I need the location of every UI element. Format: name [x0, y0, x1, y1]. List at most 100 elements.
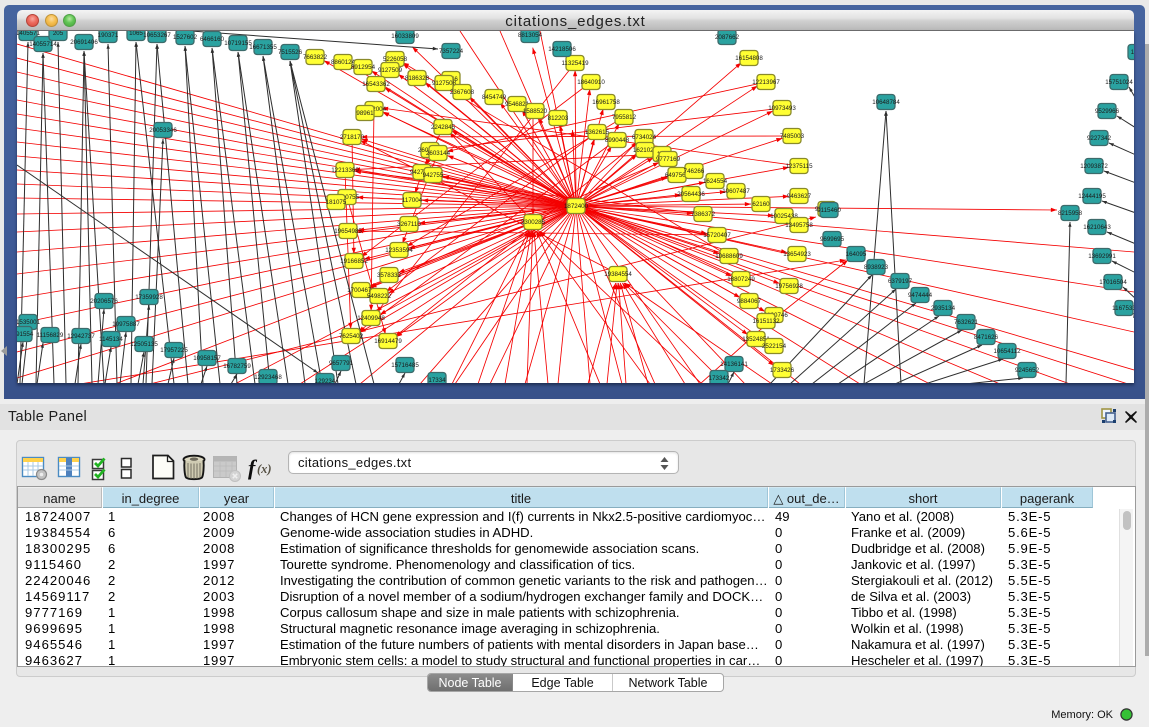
svg-text:8990448: 8990448: [605, 137, 630, 144]
svg-text:20206576: 20206576: [90, 298, 118, 305]
svg-text:98961: 98961: [356, 110, 374, 117]
svg-text:7515526: 7515526: [278, 49, 303, 56]
svg-text:15720407: 15720407: [703, 232, 731, 239]
svg-text:16914479: 16914479: [374, 338, 402, 345]
svg-text:9463627: 9463627: [787, 193, 812, 200]
svg-text:9127509: 9127509: [378, 67, 403, 74]
svg-text:15716485: 15716485: [391, 362, 419, 369]
svg-text:9227342: 9227342: [1087, 135, 1112, 142]
svg-text:19756928: 19756928: [775, 283, 803, 290]
svg-text:16671355: 16671355: [249, 44, 277, 51]
svg-text:3267110: 3267110: [397, 221, 421, 228]
svg-text:16543362: 16543362: [362, 81, 390, 88]
svg-text:12942737: 12942737: [67, 333, 95, 340]
svg-text:14055714: 14055714: [29, 41, 57, 48]
svg-text:2300285: 2300285: [521, 219, 546, 226]
svg-text:16033809: 16033809: [391, 33, 419, 40]
svg-text:1362615: 1362615: [585, 129, 610, 136]
svg-text:10653267: 10653267: [143, 32, 171, 39]
svg-text:7663822: 7663822: [303, 54, 328, 61]
svg-text:14218506: 14218506: [548, 46, 576, 53]
svg-text:20691406: 20691406: [70, 39, 98, 46]
svg-text:17957225: 17957225: [160, 347, 188, 354]
svg-text:2367608: 2367608: [450, 89, 475, 96]
svg-text:10607487: 10607487: [722, 188, 750, 195]
svg-text:2242845: 2242845: [431, 124, 456, 131]
svg-text:17334: 17334: [428, 377, 446, 383]
svg-text:12409948: 12409948: [357, 315, 385, 322]
svg-text:1527602: 1527602: [173, 34, 198, 41]
svg-text:9699695: 9699695: [820, 236, 845, 243]
svg-text:5498222: 5498222: [367, 293, 392, 300]
svg-text:9115460: 9115460: [817, 207, 841, 214]
svg-text:3578332: 3578332: [377, 272, 402, 279]
svg-text:20053346: 20053346: [149, 127, 177, 134]
svg-text:10973493: 10973493: [768, 105, 796, 112]
svg-text:2522154: 2522154: [762, 343, 787, 350]
svg-text:10719155: 10719155: [224, 40, 252, 47]
svg-text:746266: 746266: [684, 168, 705, 175]
svg-text:16961758: 16961758: [592, 99, 620, 106]
svg-text:12353594: 12353594: [385, 247, 413, 254]
svg-text:2603144: 2603144: [426, 150, 451, 157]
svg-text:164095: 164095: [846, 251, 867, 258]
svg-text:13692991: 13692991: [1088, 253, 1116, 260]
svg-text:18807249: 18807249: [727, 276, 755, 283]
svg-text:19166852: 19166852: [340, 258, 368, 265]
svg-text:8186328: 8186328: [405, 75, 430, 82]
svg-text:9777169: 9777169: [656, 156, 681, 163]
svg-text:(x): (x): [257, 462, 272, 476]
svg-text:19384554: 19384554: [604, 271, 632, 278]
svg-text:8454749: 8454749: [482, 94, 507, 101]
svg-text:10688609: 10688609: [715, 253, 743, 260]
svg-text:10975887: 10975887: [112, 321, 140, 328]
svg-text:7357224: 7357224: [439, 48, 464, 55]
svg-text:6734024: 6734024: [632, 134, 657, 141]
svg-text:13654923: 13654923: [783, 251, 811, 258]
svg-text:16151132: 16151132: [752, 318, 780, 325]
svg-text:1065: 1065: [129, 31, 143, 37]
svg-text:9529966: 9529966: [1095, 108, 1120, 115]
svg-text:11325419: 11325419: [561, 60, 589, 67]
svg-text:8938923: 8938923: [864, 264, 889, 271]
svg-text:15751024: 15751024: [1105, 79, 1133, 86]
svg-text:1733426: 1733426: [770, 367, 795, 374]
svg-text:62160: 62160: [752, 201, 770, 208]
svg-text:9657791: 9657791: [329, 360, 354, 367]
svg-text:181075: 181075: [326, 199, 347, 206]
svg-text:8813054: 8813054: [518, 32, 543, 39]
svg-text:17016504: 17016504: [1099, 279, 1127, 286]
svg-text:8471626: 8471626: [974, 334, 999, 341]
svg-text:12444195: 12444195: [1078, 193, 1106, 200]
svg-text:117004: 117004: [402, 197, 423, 204]
svg-text:10654112: 10654112: [993, 348, 1021, 355]
svg-text:7485003: 7485003: [780, 133, 805, 140]
svg-text:17359928: 17359928: [135, 294, 163, 301]
svg-text:2087662: 2087662: [715, 34, 740, 41]
svg-text:7632621: 7632621: [954, 319, 979, 326]
svg-text:11156829: 11156829: [37, 332, 64, 339]
svg-text:7625402: 7625402: [339, 333, 364, 340]
svg-text:19654985: 19654985: [334, 228, 362, 235]
svg-text:12923468: 12923468: [254, 374, 282, 381]
svg-text:12505135: 12505135: [130, 341, 158, 348]
svg-text:1145134: 1145134: [99, 336, 123, 343]
svg-text:12213967: 12213967: [752, 79, 780, 86]
svg-text:991554: 991554: [17, 331, 34, 338]
svg-text:2718170: 2718170: [340, 134, 365, 141]
svg-text:942755: 942755: [423, 172, 444, 179]
svg-text:129234: 129234: [315, 378, 336, 383]
svg-text:1588520: 1588520: [523, 108, 548, 115]
svg-text:1167533: 1167533: [1112, 305, 1134, 312]
svg-text:1535001: 1535001: [17, 319, 41, 326]
svg-text:16782759: 16782759: [223, 363, 251, 370]
svg-text:205: 205: [53, 31, 64, 37]
svg-text:9245652: 9245652: [1015, 367, 1040, 374]
svg-text:7386372: 7386372: [691, 211, 716, 218]
svg-text:8912954: 8912954: [351, 64, 376, 71]
svg-text:812203: 812203: [548, 115, 569, 122]
svg-text:2935134: 2935134: [931, 305, 956, 312]
svg-text:14136141: 14136141: [720, 361, 748, 368]
svg-text:12375115: 12375115: [785, 163, 813, 170]
svg-text:10648784: 10648784: [872, 99, 900, 106]
